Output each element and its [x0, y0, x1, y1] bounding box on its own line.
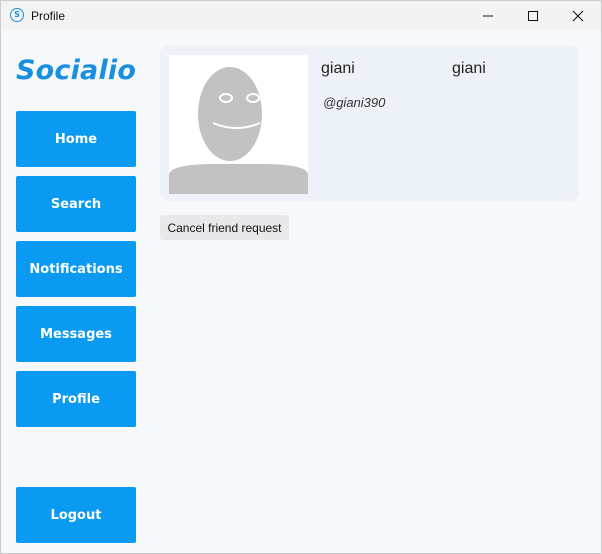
home-button[interactable]: Home: [16, 111, 136, 167]
cancel-friend-request-button[interactable]: Cancel friend request: [160, 215, 289, 240]
profile-avatar: [169, 55, 308, 194]
app-logo: Socialio: [16, 55, 137, 86]
close-button[interactable]: [555, 1, 601, 31]
search-button[interactable]: Search: [16, 176, 136, 232]
minimize-button[interactable]: [465, 1, 511, 31]
profile-last-name: giani: [452, 60, 486, 77]
minimize-icon: [483, 15, 493, 17]
window-title: Profile: [31, 9, 66, 23]
logout-button[interactable]: Logout: [16, 487, 136, 543]
app-window: S Profile Socialio Home Search Notificat…: [0, 0, 602, 554]
profile-username: @giani390: [323, 95, 386, 110]
profile-first-name: giani: [321, 60, 355, 77]
messages-button[interactable]: Messages: [16, 306, 136, 362]
app-icon: S: [10, 8, 24, 22]
maximize-icon: [528, 11, 538, 21]
close-icon: [572, 10, 584, 22]
default-avatar-icon: [169, 67, 308, 194]
title-bar[interactable]: S Profile: [1, 1, 601, 31]
profile-button[interactable]: Profile: [16, 371, 136, 427]
notifications-button[interactable]: Notifications: [16, 241, 136, 297]
maximize-button[interactable]: [510, 1, 556, 31]
